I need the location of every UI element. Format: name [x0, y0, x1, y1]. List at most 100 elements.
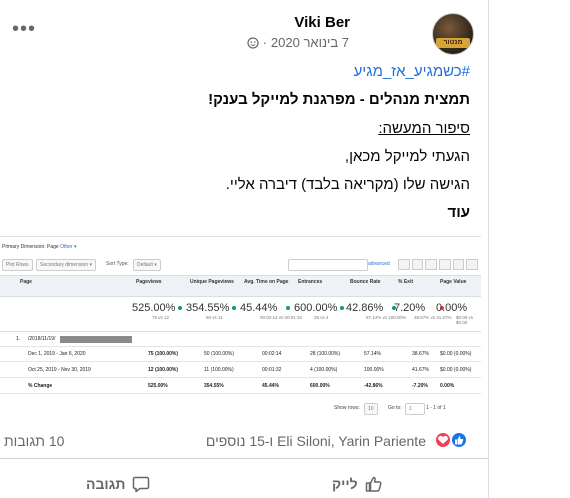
cell-c5: 57.14% [364, 351, 381, 357]
col-pageviews: Pageviews [136, 279, 162, 285]
post-meta: 7 בינואר 2020 · [246, 35, 349, 50]
comments-count[interactable]: 10 תגובות [4, 433, 64, 449]
post-line-4: הגישה שלו (מקריאה בלבד) דיברה אליי. [225, 176, 470, 193]
cell-c1: 75 (100.00%) [148, 351, 179, 357]
hashtag-link[interactable]: #כשמגיע_אז_מגיע [354, 63, 470, 80]
total-comparison: 75 vs 12 [152, 315, 170, 320]
cell-c7: 0.00% [440, 383, 455, 389]
post-line-1: תמצית מנהלים - מפרגנת למייקל בענק! [208, 91, 470, 108]
trend-dot [232, 306, 236, 310]
reaction-names[interactable]: Eli Siloni, Yarin Pariente ו-15 נוספים [206, 433, 426, 449]
cell-label: Dec 1, 2019 - Jan 6, 2020 [28, 351, 86, 357]
total-value: 7.20% [394, 302, 426, 314]
table-search-input [288, 259, 368, 271]
primary-dimension: Primary Dimension: Page Other ▾ [2, 244, 76, 250]
total-value: 600.00% [294, 302, 338, 314]
cell-c1: 12 (100.00%) [148, 367, 179, 373]
primary-dimension-other: Other ▾ [60, 244, 77, 250]
row-index: 1. [16, 336, 21, 342]
total-value: 45.44% [240, 302, 278, 314]
cell-label: Oct 25, 2019 - Nov 30, 2019 [28, 367, 91, 373]
view-toggle-icons [398, 259, 479, 270]
analytics-screenshot[interactable]: Primary Dimension: Page Other ▾ Plot Row… [0, 236, 481, 421]
trend-dot [286, 306, 290, 310]
cell-c4: 600.00% [310, 383, 330, 389]
total-value: 0.00% [436, 302, 468, 314]
meta-separator: · [262, 35, 267, 50]
cell-label: % Change [28, 383, 53, 389]
total-comparison: $0.00 vs $0.00 [456, 315, 474, 325]
pagination-text: 1 - 1 of 1 [426, 405, 446, 411]
advanced-link: advanced [368, 261, 390, 267]
post-card: ••• מנטור Viki Ber 7 בינואר 2020 · #כשמג… [0, 0, 489, 498]
more-options-icon[interactable]: ••• [12, 18, 36, 41]
show-rows-select: 10 [364, 403, 378, 415]
thumbs-up-icon [365, 476, 382, 492]
trend-dot [340, 306, 344, 310]
col-page: Page [20, 279, 32, 285]
col-bounce-rate: Bounce Rate [350, 279, 381, 285]
total-comparison: 28 vs 4 [314, 315, 329, 320]
comment-label: תגובה [86, 476, 126, 492]
total-comparison: 57.14% vs 100.00% [366, 315, 407, 320]
row-page: /2018/11/19/ [28, 336, 56, 342]
sort-type-select: Default ▾ [133, 259, 161, 271]
cell-c3: 00:02:14 [262, 351, 282, 357]
totals-row: 525.00% 75 vs 12 354.55% 50 vs 11 45.44% 00:0… [0, 296, 481, 332]
reaction-icons[interactable] [434, 431, 470, 449]
trend-dot [178, 306, 182, 310]
analytics-controls: Plot Rows Secondary dimension ▾ Sort Typ… [0, 257, 481, 273]
author-name[interactable]: Viki Ber [294, 14, 350, 31]
cell-c6: 38.67% [412, 351, 429, 357]
secondary-dimension-select: Secondary dimension ▾ [36, 259, 96, 271]
cell-c3: 00:01:32 [262, 367, 282, 373]
goto-label: Go to: [388, 405, 402, 411]
total-value: 525.00% [132, 302, 176, 314]
post-line-3: הגעתי למייקל מכאן, [344, 148, 470, 165]
cell-c4: 28 (100.00%) [310, 351, 341, 357]
show-rows-label: Show rows: [334, 405, 360, 411]
comment-button[interactable]: תגובה [86, 474, 151, 494]
sort-type-label: Sort Type: [106, 261, 129, 267]
cell-c1: 525.00% [148, 383, 168, 389]
table-row: 1. /2018/11/19/ [0, 332, 481, 347]
total-comparison: 00:02:14 vs 00:01:32 [260, 315, 303, 320]
table-row: Oct 25, 2019 - Nov 30, 2019 12 (100.00%) 1… [0, 363, 481, 378]
like-label: לייק [332, 476, 358, 492]
cell-c5: 100.00% [364, 367, 384, 373]
total-value: 42.86% [346, 302, 384, 314]
cell-c6: -7.20% [412, 383, 428, 389]
table-row: Dec 1, 2019 - Jan 6, 2020 75 (100.00%) 50 … [0, 347, 481, 362]
total-value: 354.55% [186, 302, 230, 314]
post-line-2: סיפור המעשה: [378, 120, 470, 137]
col-unique-pageviews: Unique Pageviews [190, 279, 234, 285]
post-date[interactable]: 7 בינואר 2020 [271, 35, 349, 50]
audience-icon[interactable] [246, 36, 259, 49]
plot-rows-button: Plot Rows [2, 259, 33, 271]
table-row: % Change 525.00% 354.55% 45.44% 600.00% -42.8… [0, 379, 481, 394]
cell-c7: $0.00 (0.00%) [440, 367, 472, 373]
right-background [489, 0, 570, 498]
col-avg-time: Avg. Time on Page [244, 279, 289, 285]
total-comparison: 50 vs 11 [206, 315, 223, 320]
cell-c2: 354.55% [204, 383, 224, 389]
like-button[interactable]: לייק [332, 474, 384, 494]
actions-divider [0, 458, 488, 459]
avatar[interactable]: מנטור [432, 13, 474, 55]
col-entrances: Entrances [298, 279, 323, 285]
table-header: Page Pageviews Unique Pageviews Avg. Tim… [0, 275, 481, 297]
comment-icon [133, 476, 150, 493]
redacted-bar [60, 336, 132, 343]
cell-c2: 11 (100.00%) [204, 367, 234, 373]
avatar-logo: מנטור [436, 38, 470, 48]
see-more-link[interactable]: עוד [447, 204, 470, 221]
cell-c5: -42.86% [364, 383, 383, 389]
total-comparison: 38.67% vs 41.67% [414, 315, 452, 320]
cell-c2: 50 (100.00%) [204, 351, 235, 357]
cell-c7: $0.00 (0.00%) [440, 351, 472, 357]
cell-c4: 4 (100.00%) [310, 367, 338, 373]
cell-c6: 41.67% [412, 367, 429, 373]
reactions-bar: Eli Siloni, Yarin Pariente ו-15 נוספים 1… [0, 424, 488, 454]
cell-c3: 45.44% [262, 383, 279, 389]
goto-input: 1 [405, 403, 425, 415]
